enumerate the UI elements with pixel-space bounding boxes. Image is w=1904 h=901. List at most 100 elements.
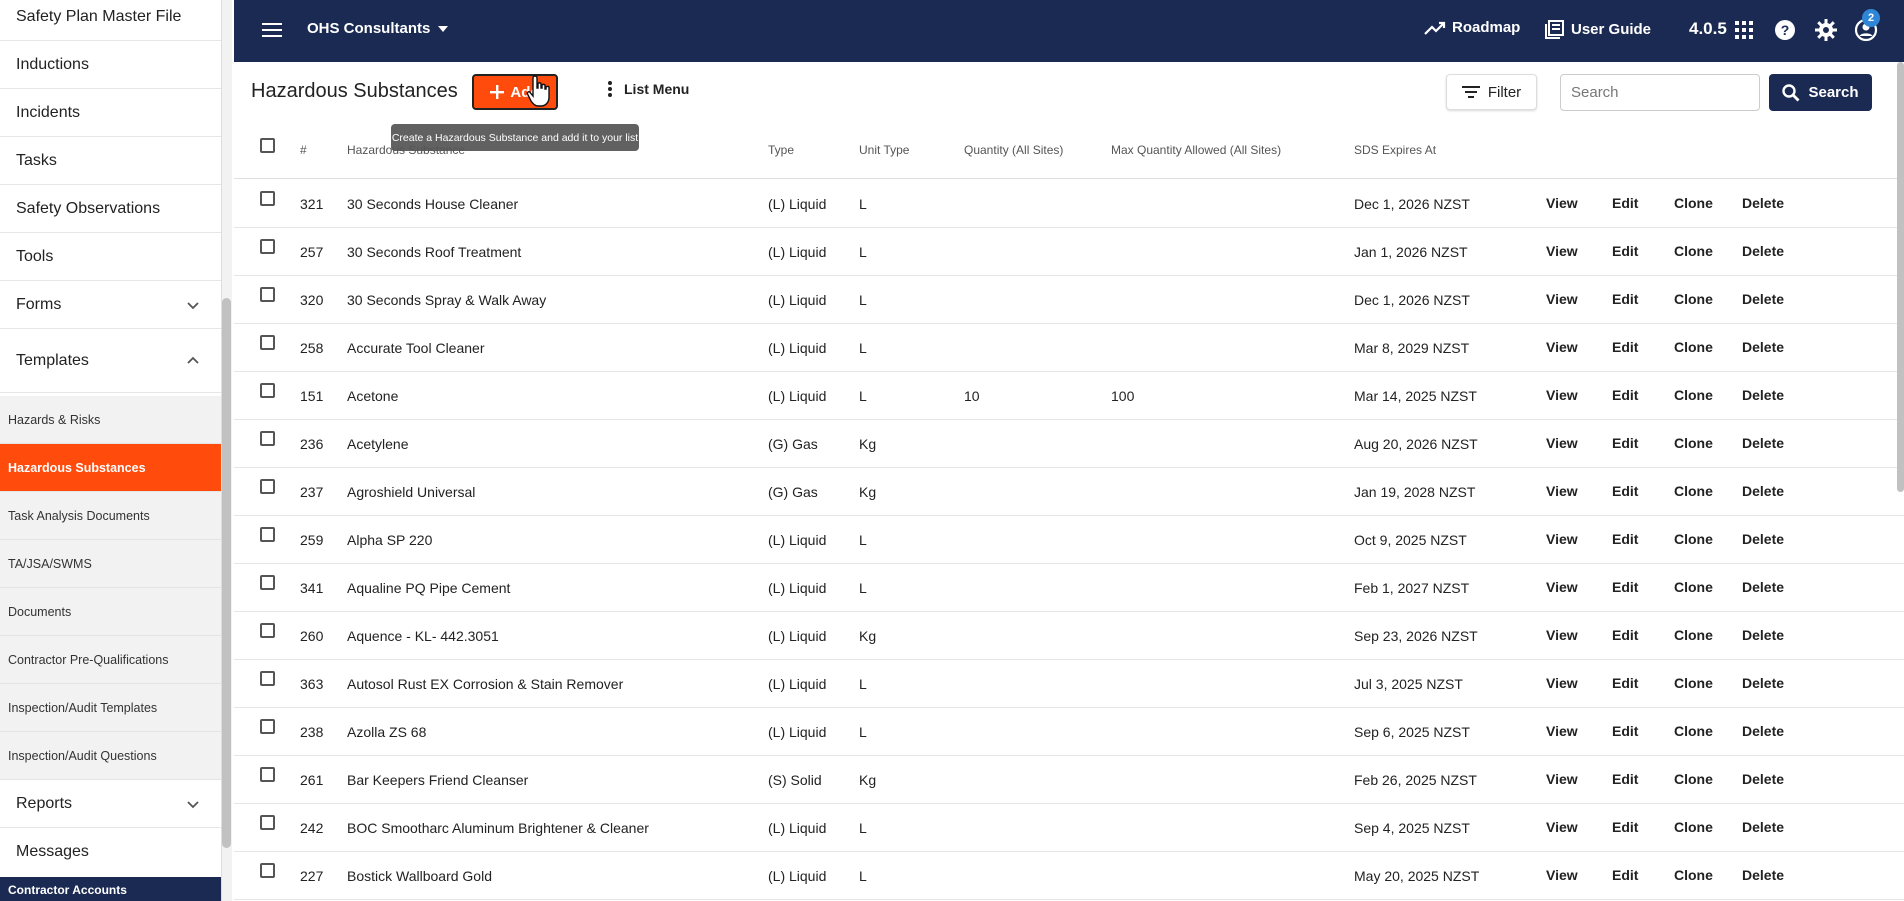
delete-button[interactable]: Delete: [1742, 579, 1784, 595]
view-button[interactable]: View: [1546, 387, 1578, 403]
column-header-unit-type[interactable]: Unit Type: [859, 143, 909, 157]
org-selector[interactable]: OHS Consultants: [307, 20, 449, 37]
view-button[interactable]: View: [1546, 579, 1578, 595]
sidebar-item-messages[interactable]: Messages: [0, 828, 221, 876]
edit-button[interactable]: Edit: [1612, 243, 1638, 259]
view-button[interactable]: View: [1546, 339, 1578, 355]
sidebar-subitem-contractor-prequalifications[interactable]: Contractor Pre-Qualifications: [0, 636, 221, 684]
edit-button[interactable]: Edit: [1612, 387, 1638, 403]
edit-button[interactable]: Edit: [1612, 435, 1638, 451]
view-button[interactable]: View: [1546, 627, 1578, 643]
edit-button[interactable]: Edit: [1612, 531, 1638, 547]
delete-button[interactable]: Delete: [1742, 819, 1784, 835]
clone-button[interactable]: Clone: [1674, 627, 1713, 643]
edit-button[interactable]: Edit: [1612, 723, 1638, 739]
row-checkbox[interactable]: [260, 863, 275, 878]
sidebar-subitem-inspection-audit-templates[interactable]: Inspection/Audit Templates: [0, 684, 221, 732]
search-button[interactable]: Search: [1769, 74, 1872, 111]
delete-button[interactable]: Delete: [1742, 195, 1784, 211]
row-checkbox[interactable]: [260, 239, 275, 254]
clone-button[interactable]: Clone: [1674, 771, 1713, 787]
column-header-type[interactable]: Type: [768, 143, 794, 157]
row-checkbox[interactable]: [260, 191, 275, 206]
clone-button[interactable]: Clone: [1674, 867, 1713, 883]
sidebar-scrollbar[interactable]: [222, 298, 231, 848]
view-button[interactable]: View: [1546, 675, 1578, 691]
column-header-sds-expires[interactable]: SDS Expires At: [1354, 143, 1436, 157]
row-checkbox[interactable]: [260, 767, 275, 782]
delete-button[interactable]: Delete: [1742, 339, 1784, 355]
apps-grid-icon[interactable]: [1732, 18, 1756, 42]
view-button[interactable]: View: [1546, 771, 1578, 787]
roadmap-link[interactable]: Roadmap: [1424, 19, 1520, 36]
row-checkbox[interactable]: [260, 815, 275, 830]
view-button[interactable]: View: [1546, 867, 1578, 883]
view-button[interactable]: View: [1546, 243, 1578, 259]
clone-button[interactable]: Clone: [1674, 243, 1713, 259]
delete-button[interactable]: Delete: [1742, 723, 1784, 739]
sidebar-subitem-hazards-risks[interactable]: Hazards & Risks: [0, 396, 221, 444]
sidebar-item-forms[interactable]: Forms: [0, 281, 221, 329]
edit-button[interactable]: Edit: [1612, 627, 1638, 643]
clone-button[interactable]: Clone: [1674, 435, 1713, 451]
clone-button[interactable]: Clone: [1674, 531, 1713, 547]
view-button[interactable]: View: [1546, 483, 1578, 499]
row-checkbox[interactable]: [260, 719, 275, 734]
row-checkbox[interactable]: [260, 431, 275, 446]
column-header-number[interactable]: #: [300, 143, 307, 157]
row-checkbox[interactable]: [260, 383, 275, 398]
clone-button[interactable]: Clone: [1674, 675, 1713, 691]
delete-button[interactable]: Delete: [1742, 243, 1784, 259]
delete-button[interactable]: Delete: [1742, 435, 1784, 451]
sidebar-item-incidents[interactable]: Incidents: [0, 89, 221, 137]
delete-button[interactable]: Delete: [1742, 291, 1784, 307]
clone-button[interactable]: Clone: [1674, 339, 1713, 355]
edit-button[interactable]: Edit: [1612, 483, 1638, 499]
sidebar-subitem-inspection-audit-questions[interactable]: Inspection/Audit Questions: [0, 732, 221, 780]
list-menu-button[interactable]: List Menu: [608, 81, 689, 97]
sidebar-item-tools[interactable]: Tools: [0, 233, 221, 281]
clone-button[interactable]: Clone: [1674, 195, 1713, 211]
row-checkbox[interactable]: [260, 479, 275, 494]
sidebar-item-tasks[interactable]: Tasks: [0, 137, 221, 185]
view-button[interactable]: View: [1546, 819, 1578, 835]
edit-button[interactable]: Edit: [1612, 867, 1638, 883]
delete-button[interactable]: Delete: [1742, 675, 1784, 691]
delete-button[interactable]: Delete: [1742, 387, 1784, 403]
clone-button[interactable]: Clone: [1674, 483, 1713, 499]
edit-button[interactable]: Edit: [1612, 579, 1638, 595]
view-button[interactable]: View: [1546, 531, 1578, 547]
row-checkbox[interactable]: [260, 527, 275, 542]
page-scrollbar[interactable]: [1897, 62, 1904, 492]
delete-button[interactable]: Delete: [1742, 627, 1784, 643]
edit-button[interactable]: Edit: [1612, 195, 1638, 211]
sidebar-item-inductions[interactable]: Inductions: [0, 41, 221, 89]
view-button[interactable]: View: [1546, 195, 1578, 211]
column-header-max-quantity[interactable]: Max Quantity Allowed (All Sites): [1111, 143, 1281, 157]
clone-button[interactable]: Clone: [1674, 819, 1713, 835]
sidebar-item-safety-plan-master-file[interactable]: Safety Plan Master File: [0, 0, 221, 41]
edit-button[interactable]: Edit: [1612, 675, 1638, 691]
sidebar-subitem-documents[interactable]: Documents: [0, 588, 221, 636]
view-button[interactable]: View: [1546, 435, 1578, 451]
search-input[interactable]: [1560, 74, 1760, 111]
edit-button[interactable]: Edit: [1612, 291, 1638, 307]
sidebar-item-reports[interactable]: Reports: [0, 780, 221, 828]
clone-button[interactable]: Clone: [1674, 579, 1713, 595]
view-button[interactable]: View: [1546, 291, 1578, 307]
filter-button[interactable]: Filter: [1446, 74, 1537, 110]
edit-button[interactable]: Edit: [1612, 771, 1638, 787]
help-icon[interactable]: ?: [1773, 18, 1797, 42]
delete-button[interactable]: Delete: [1742, 771, 1784, 787]
clone-button[interactable]: Clone: [1674, 387, 1713, 403]
row-checkbox[interactable]: [260, 335, 275, 350]
row-checkbox[interactable]: [260, 671, 275, 686]
column-header-name[interactable]: Hazardous Substance: [347, 143, 465, 157]
edit-button[interactable]: Edit: [1612, 339, 1638, 355]
delete-button[interactable]: Delete: [1742, 867, 1784, 883]
row-checkbox[interactable]: [260, 623, 275, 638]
delete-button[interactable]: Delete: [1742, 531, 1784, 547]
sidebar-subitem-task-analysis-documents[interactable]: Task Analysis Documents: [0, 492, 221, 540]
select-all-checkbox[interactable]: [260, 138, 275, 153]
sidebar-subitem-ta-jsa-swms[interactable]: TA/JSA/SWMS: [0, 540, 221, 588]
